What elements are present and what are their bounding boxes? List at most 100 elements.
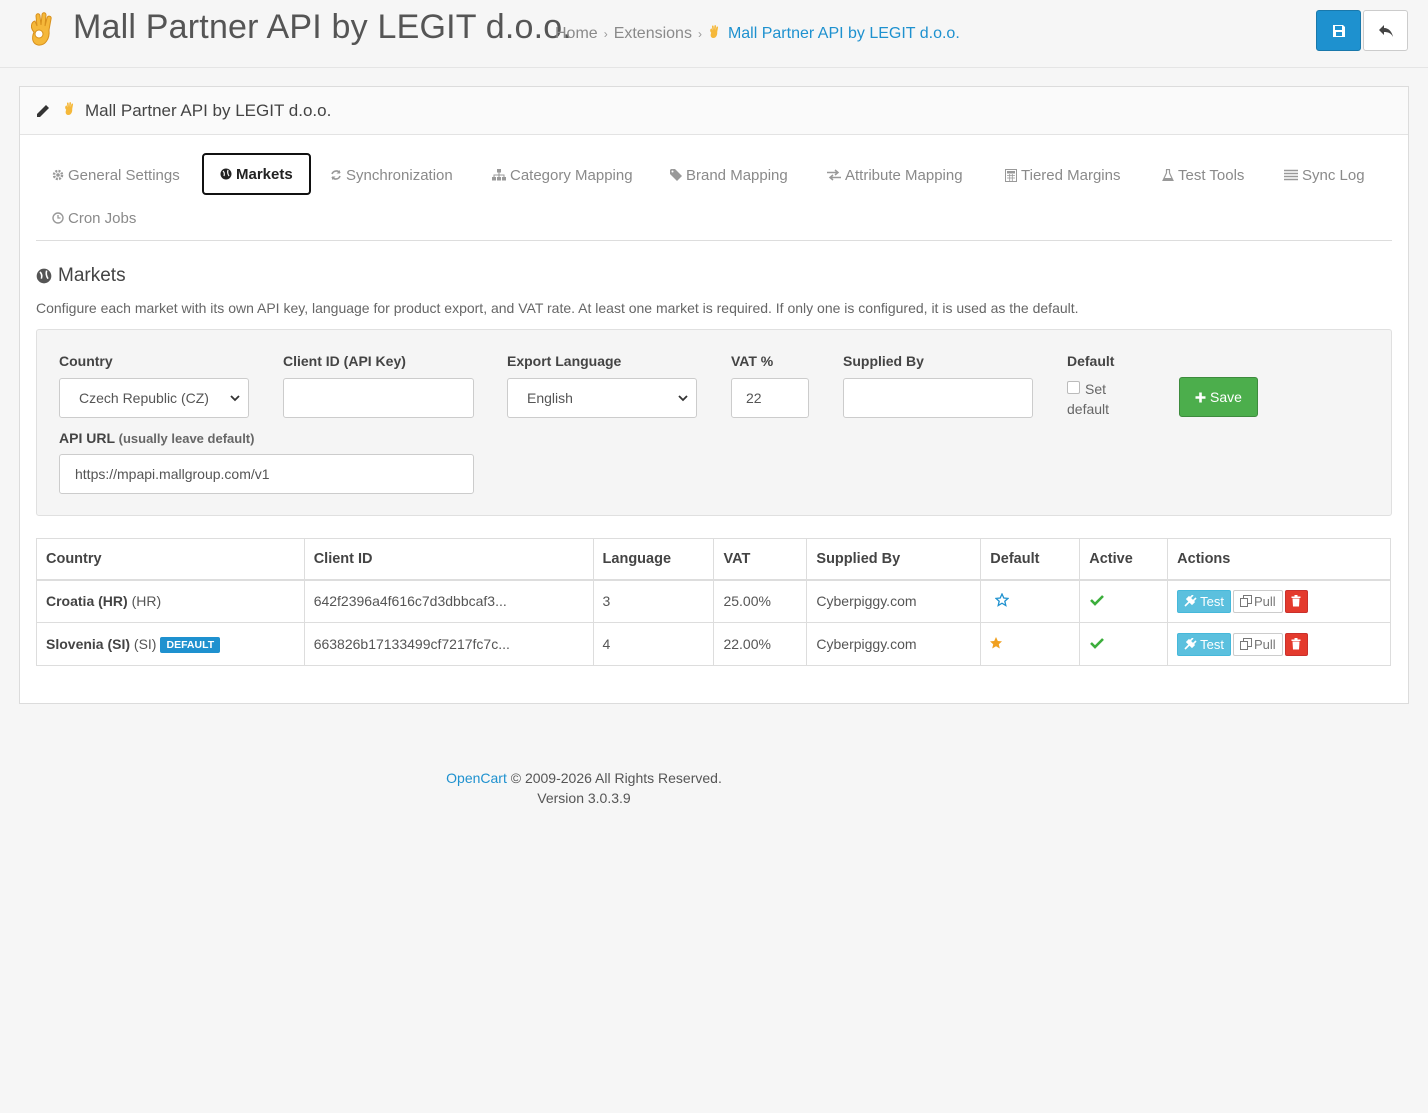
country-cell: Slovenia (SI) (SI) DEFAULT bbox=[36, 622, 305, 666]
table-row: Slovenia (SI) (SI) DEFAULT 663826b1713349… bbox=[36, 622, 1391, 666]
test-button-label: Test bbox=[1200, 593, 1225, 609]
refresh-icon bbox=[330, 169, 342, 181]
tab-synchronization[interactable]: Synchronization bbox=[314, 154, 469, 196]
opencart-link[interactable]: OpenCart bbox=[446, 770, 507, 786]
globe-icon bbox=[220, 168, 232, 180]
pull-button[interactable]: Pull bbox=[1233, 632, 1283, 656]
pull-button[interactable]: Pull bbox=[1233, 589, 1283, 613]
reply-arrow-icon bbox=[1378, 24, 1393, 37]
export-language-select[interactable]: English bbox=[507, 378, 697, 418]
default-cell bbox=[980, 579, 1081, 623]
language-cell: 3 bbox=[592, 579, 715, 623]
supplied-by-input[interactable] bbox=[843, 378, 1033, 418]
tab-category-mapping[interactable]: Category Mapping bbox=[476, 154, 649, 196]
api-url-label: API URL (usually leave default) bbox=[59, 430, 254, 446]
language-cell: 4 bbox=[592, 622, 715, 666]
breadcrumb-extensions[interactable]: Extensions bbox=[614, 25, 692, 43]
vat-cell: 25.00% bbox=[713, 579, 808, 623]
page-title: Mall Partner API by LEGIT d.o.o. bbox=[73, 8, 573, 46]
floppy-disk-icon bbox=[1332, 24, 1345, 37]
tab-attribute-mapping[interactable]: Attribute Mapping bbox=[811, 154, 979, 196]
list-icon bbox=[1284, 169, 1298, 181]
test-button-label: Test bbox=[1200, 636, 1225, 652]
country-name: Slovenia (SI) bbox=[46, 635, 131, 652]
active-cell bbox=[1079, 622, 1169, 666]
tab-general-settings[interactable]: General Settings bbox=[36, 154, 196, 196]
table-row: Croatia (HR) (HR) 642f2396a4f616c7d3dbbc… bbox=[36, 579, 1391, 623]
api-url-hint: (usually leave default) bbox=[118, 431, 255, 446]
tab-brand-mapping[interactable]: Brand Mapping bbox=[654, 154, 804, 196]
tab-label: Test Tools bbox=[1178, 166, 1245, 184]
markets-title: Markets bbox=[58, 265, 126, 286]
star-outline-icon[interactable] bbox=[994, 592, 1010, 607]
calculator-icon bbox=[1005, 168, 1017, 182]
tab-label: Attribute Mapping bbox=[845, 166, 963, 184]
gear-icon bbox=[52, 169, 64, 181]
delete-button[interactable] bbox=[1284, 632, 1308, 656]
test-button[interactable]: Test bbox=[1177, 589, 1232, 613]
country-code: (SI) bbox=[133, 635, 157, 652]
api-url-label-text: API URL bbox=[59, 430, 115, 446]
vat-label: VAT % bbox=[731, 353, 774, 369]
tab-test-tools[interactable]: Test Tools bbox=[1146, 154, 1260, 196]
breadcrumb-current[interactable]: Mall Partner API by LEGIT d.o.o. bbox=[728, 25, 960, 43]
tab-label: Cron Jobs bbox=[68, 209, 137, 227]
table-header-row: Country Client ID Language VAT Supplied … bbox=[36, 538, 1391, 581]
tab-cron-jobs[interactable]: Cron Jobs bbox=[36, 197, 152, 239]
tab-markets[interactable]: Markets bbox=[202, 153, 311, 195]
supplied-by-cell: Cyberpiggy.com bbox=[806, 622, 982, 666]
country-select[interactable]: Czech Republic (CZ) bbox=[59, 378, 249, 418]
footer: OpenCart © 2009-2026 All Rights Reserved… bbox=[0, 768, 1168, 808]
client-id-input[interactable] bbox=[283, 378, 474, 418]
country-cell: Croatia (HR) (HR) bbox=[36, 579, 305, 623]
chevron-down-icon bbox=[678, 395, 688, 402]
tab-label: Category Mapping bbox=[510, 166, 633, 184]
column-header: Country bbox=[36, 538, 305, 581]
pull-button-label: Pull bbox=[1254, 636, 1276, 652]
client-id-cell: 642f2396a4f616c7d3dbbcaf3... bbox=[303, 579, 594, 623]
tab-sync-log[interactable]: Sync Log bbox=[1268, 154, 1381, 196]
plug-icon bbox=[1184, 595, 1197, 607]
breadcrumb-separator-icon: › bbox=[697, 26, 702, 41]
save-button[interactable] bbox=[1316, 10, 1361, 51]
back-button[interactable] bbox=[1363, 10, 1408, 51]
column-header: Active bbox=[1079, 538, 1169, 581]
column-header: Client ID bbox=[303, 538, 594, 581]
star-filled-icon bbox=[990, 636, 1003, 648]
check-icon bbox=[1090, 595, 1105, 607]
panel-heading: Mall Partner API by LEGIT d.o.o. bbox=[20, 87, 1408, 135]
tab-tiered-margins[interactable]: Tiered Margins bbox=[989, 154, 1136, 196]
column-header: Language bbox=[592, 538, 715, 581]
trash-icon bbox=[1291, 595, 1301, 607]
country-select-value: Czech Republic (CZ) bbox=[79, 390, 209, 406]
save-market-label: Save bbox=[1210, 389, 1242, 405]
test-button[interactable]: Test bbox=[1177, 632, 1232, 656]
country-name: Croatia (HR) bbox=[46, 593, 128, 610]
copyright-text: © 2009-2026 All Rights Reserved. bbox=[510, 770, 722, 786]
pencil-icon bbox=[37, 105, 49, 117]
extension-panel: Mall Partner API by LEGIT d.o.o. General… bbox=[19, 86, 1409, 704]
sitemap-icon bbox=[492, 169, 506, 181]
delete-button[interactable] bbox=[1284, 589, 1308, 613]
default-cell bbox=[980, 622, 1081, 666]
tab-label: Markets bbox=[236, 165, 293, 183]
export-language-label: Export Language bbox=[507, 353, 622, 369]
column-header: Actions bbox=[1167, 538, 1391, 581]
tab-label: Tiered Margins bbox=[1021, 166, 1121, 184]
markets-table: Country Client ID Language VAT Supplied … bbox=[36, 538, 1391, 666]
breadcrumb: Home › Extensions › Mall Partner API by … bbox=[555, 24, 960, 43]
footer-copyright-line: OpenCart © 2009-2026 All Rights Reserved… bbox=[0, 768, 1168, 788]
column-header: Supplied By bbox=[806, 538, 982, 581]
breadcrumb-home[interactable]: Home bbox=[555, 25, 598, 43]
supplied-by-cell: Cyberpiggy.com bbox=[806, 579, 982, 623]
pull-button-label: Pull bbox=[1254, 593, 1276, 609]
actions-cell: Test Pull bbox=[1167, 579, 1391, 623]
api-url-input[interactable]: https://mpapi.mallgroup.com/v1 bbox=[59, 454, 474, 494]
tab-bar: General Settings Markets Synchronization… bbox=[36, 151, 1392, 241]
vat-input[interactable]: 22 bbox=[731, 378, 809, 418]
plus-icon bbox=[1195, 392, 1206, 402]
active-cell bbox=[1079, 579, 1169, 623]
country-label: Country bbox=[59, 353, 113, 369]
version-text: Version 3.0.3.9 bbox=[537, 790, 631, 806]
save-market-button[interactable]: Save bbox=[1179, 377, 1258, 417]
